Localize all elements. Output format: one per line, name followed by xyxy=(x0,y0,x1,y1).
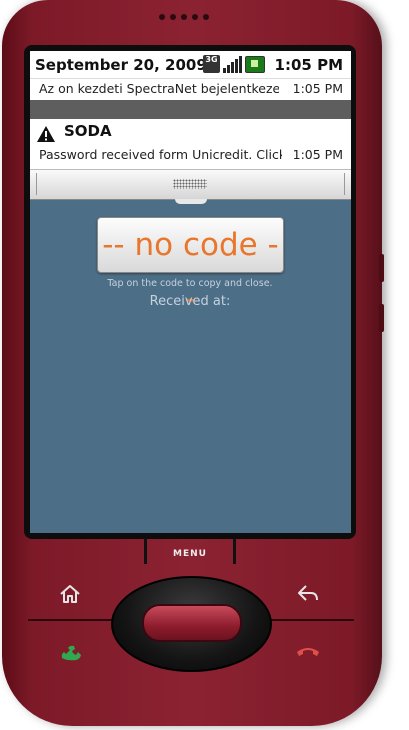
status-date: September 20, 2009 xyxy=(35,56,207,74)
status-icons: 3G xyxy=(203,55,265,73)
notification-item-soda[interactable]: SODA Password received form Unicredit. C… xyxy=(30,119,351,170)
notification-text: Password received form Unicredit. Click xyxy=(39,147,282,162)
status-clock: 1:05 PM xyxy=(274,56,343,74)
hint-text: Tap on the code to copy and close. xyxy=(107,278,273,289)
back-icon[interactable] xyxy=(295,581,321,607)
volume-up-button[interactable] xyxy=(379,254,384,282)
home-icon[interactable] xyxy=(57,581,83,607)
signal-strength-icon xyxy=(223,55,242,73)
network-3g-icon: 3G xyxy=(203,55,220,73)
ongoing-notification-ticker[interactable]: Az on kezdeti SpectraNet bejelentkezes 1… xyxy=(30,78,351,101)
ticker-message: Az on kezdeti SpectraNet bejelentkezes xyxy=(39,81,279,96)
grip-icon xyxy=(173,179,207,189)
notification-shade-handle[interactable] xyxy=(30,170,351,200)
trackball[interactable] xyxy=(142,604,242,642)
notification-title: SODA xyxy=(64,122,112,140)
ticker-time: 1:05 PM xyxy=(292,81,343,96)
speaker-grille xyxy=(159,14,209,20)
battery-icon xyxy=(245,56,265,73)
screen: September 20, 2009 3G 1:05 PM Az on kezd… xyxy=(30,51,351,533)
bezel-line-right xyxy=(262,619,354,621)
status-bar[interactable]: September 20, 2009 3G 1:05 PM xyxy=(30,51,351,78)
volume-down-button[interactable] xyxy=(379,304,384,332)
bezel-line-left xyxy=(28,619,120,621)
received-at-label: Received at: xyxy=(149,294,231,309)
end-call-icon[interactable] xyxy=(295,638,321,664)
code-button[interactable]: -- no code -- xyxy=(97,217,284,317)
warning-icon xyxy=(37,126,55,142)
menu-label: MENU xyxy=(173,549,207,559)
menu-button[interactable]: MENU xyxy=(144,538,236,564)
call-icon[interactable] xyxy=(57,638,83,664)
notification-divider xyxy=(30,100,351,119)
notification-time: 1:05 PM xyxy=(292,147,343,162)
shade-tab xyxy=(175,199,207,204)
